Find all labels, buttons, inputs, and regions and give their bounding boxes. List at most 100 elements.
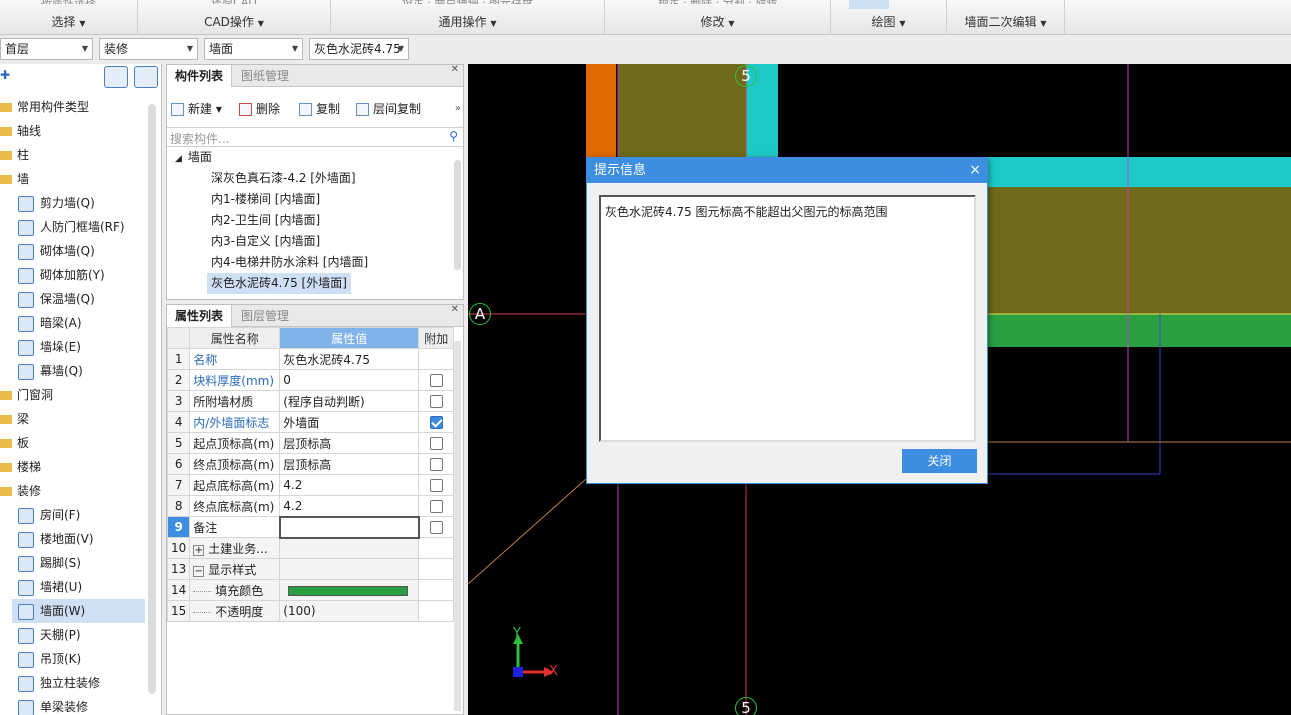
property-value-cell[interactable]: 4.2 [279,474,420,496]
checkbox[interactable] [429,479,443,492]
list-item[interactable]: 内4-电梯井防水涂料 [内墙面] [207,252,372,273]
property-value-cell[interactable] [278,515,420,539]
table-row[interactable]: 9 备注 [166,515,455,539]
property-value-cell[interactable]: 层顶标高 [279,453,420,475]
delete-button[interactable]: 删除 [239,99,280,119]
tree-item[interactable]: 剪力墙(Q) [12,191,145,215]
list-item[interactable]: 灰色水泥砖4.75 [外墙面] [207,273,351,294]
floor-copy-button[interactable]: 层间复制 [356,99,421,119]
table-row[interactable]: 6 终点顶标高(m) 层顶标高 [166,453,455,475]
property-value-cell[interactable] [279,579,420,601]
tree-item[interactable]: 砌体墙(Q) [12,239,145,263]
axis-label-bottom[interactable]: 5 [735,697,757,715]
tab-property-list[interactable]: 属性列表 [167,305,233,327]
ribbon-group-label[interactable]: 选择 ▼ [0,13,137,30]
tab-drawing-manage[interactable]: 图纸管理 [233,65,297,87]
table-row[interactable]: 10 + 土建业务... [166,537,455,559]
tree-item[interactable]: 常用构件类型 [0,95,89,119]
property-value-cell[interactable]: 灰色水泥砖4.75 [279,348,420,370]
tree-item[interactable]: 天棚(P) [12,623,145,647]
property-value-cell[interactable]: (100) [279,600,420,622]
list-scrollbar[interactable] [454,160,461,270]
property-value-cell[interactable]: 0 [279,369,420,391]
tab-component-list[interactable]: 构件列表 [167,65,233,87]
expand-icon[interactable]: − [193,565,205,577]
tree-item[interactable]: 幕墙(Q) [12,359,145,383]
table-row[interactable]: 14 填充颜色 [166,579,455,601]
tree-item[interactable]: 墙 [0,167,29,191]
tree-item[interactable]: 人防门框墙(RF) [12,215,145,239]
property-value-cell[interactable] [279,537,420,559]
list-view-icon[interactable] [104,66,128,88]
property-value-cell[interactable]: 外墙面 [279,411,420,433]
checkbox[interactable] [429,395,443,408]
close-icon[interactable]: ✕ [451,304,459,315]
tree-item[interactable]: 装修 [0,479,41,503]
axis-label-top[interactable]: 5 [735,65,757,87]
list-item[interactable]: 内2-卫生间 [内墙面] [207,210,324,231]
copy-button[interactable]: 复制 [299,99,340,119]
ribbon-group-label[interactable]: 绘图 ▼ [831,13,946,30]
search-input[interactable]: 搜索构件... ⚲ [167,127,463,147]
tree-item[interactable]: 单梁装修 [12,695,145,715]
property-value-cell[interactable]: 层顶标高 [279,432,420,454]
checkbox[interactable] [429,500,443,513]
table-row[interactable]: 3 所附墙材质 (程序自动判断) [166,390,455,412]
tree-item[interactable]: 踢脚(S) [12,551,145,575]
list-item[interactable]: 深灰色真石漆-4.2 [外墙面] [207,168,360,189]
tree-item[interactable]: 楼地面(V) [12,527,145,551]
ribbon-group-tools[interactable]: 锁定 · 删除 · 分割 · 旋转 [605,0,830,4]
property-value-cell[interactable]: (程序自动判断) [279,390,420,412]
category-select[interactable]: 装修 ▼ [99,38,198,60]
ribbon-group-tools[interactable] [947,0,1064,4]
table-row[interactable]: 13− 显示样式 [166,558,455,580]
draw-button[interactable] [849,0,889,9]
ribbon-group-label[interactable]: 墙面二次编辑 ▼ [947,13,1064,30]
close-icon[interactable]: × [969,158,981,183]
collapse-icon[interactable]: ◢ [175,154,182,164]
more-icon[interactable]: » [455,103,461,114]
tree-item[interactable]: 砌体加筋(Y) [12,263,145,287]
tree-scrollbar[interactable] [148,104,156,694]
ribbon-group-tools[interactable]: 还原CAD [138,0,330,4]
table-row[interactable]: 1 名称 灰色水泥砖4.75 [166,348,455,370]
ribbon-group-label[interactable]: 通用操作 ▼ [331,13,604,30]
list-group[interactable]: ◢ 墙面 [175,147,212,168]
table-row[interactable]: 8 终点底标高(m) 4.2 [166,495,455,517]
table-row[interactable]: 5 起点顶标高(m) 层顶标高 [166,432,455,454]
tree-item[interactable]: 梁 [0,407,29,431]
tree-item[interactable]: 墙裙(U) [12,575,145,599]
tab-layer-manage[interactable]: 图层管理 [233,305,297,327]
tree-item[interactable]: 吊顶(K) [12,647,145,671]
checkbox-checked[interactable] [429,416,443,429]
list-item[interactable]: 内1-楼梯间 [内墙面] [207,189,324,210]
checkbox[interactable] [430,521,444,534]
close-icon[interactable]: ✕ [451,64,459,75]
pin-icon[interactable]: ✚ [0,68,10,82]
search-icon[interactable]: ⚲ [449,129,458,143]
property-value-cell[interactable]: 4.2 [279,495,420,517]
tree-item[interactable]: 保温墙(Q) [12,287,145,311]
ribbon-group-label[interactable]: CAD操作 ▼ [138,13,330,30]
table-row[interactable]: 7 起点底标高(m) 4.2 [166,474,455,496]
tree-item[interactable]: 轴线 [0,119,41,143]
header-value[interactable]: 属性值 [279,327,420,349]
table-row[interactable]: 15 不透明度 (100) [166,600,455,622]
tree-item[interactable]: 墙面(W) [12,599,145,623]
item-select[interactable]: 灰色水泥砖4.75 ▼ [309,38,409,60]
new-button[interactable]: 新建 ▾ [171,99,222,119]
tree-item[interactable]: 暗梁(A) [12,311,145,335]
checkbox[interactable] [429,458,443,471]
checkbox[interactable] [429,374,443,387]
tree-item[interactable]: 板 [0,431,29,455]
fill-color-swatch[interactable] [288,585,409,596]
tree-item[interactable]: 独立柱装修 [12,671,145,695]
tree-item[interactable]: 柱 [0,143,29,167]
table-row[interactable]: 2 块料厚度(mm) 0 [166,369,455,391]
floor-select[interactable]: 首层 ▼ [0,38,93,60]
tree-item[interactable]: 房间(F) [12,503,145,527]
ribbon-group-tools[interactable]: 按属性选择 [0,0,137,4]
checkbox[interactable] [429,437,443,450]
ribbon-group-tools[interactable]: 设定 · 两点辅轴 · 图元存盘 [331,0,604,4]
table-row[interactable]: 4 内/外墙面标志 外墙面 [166,411,455,433]
